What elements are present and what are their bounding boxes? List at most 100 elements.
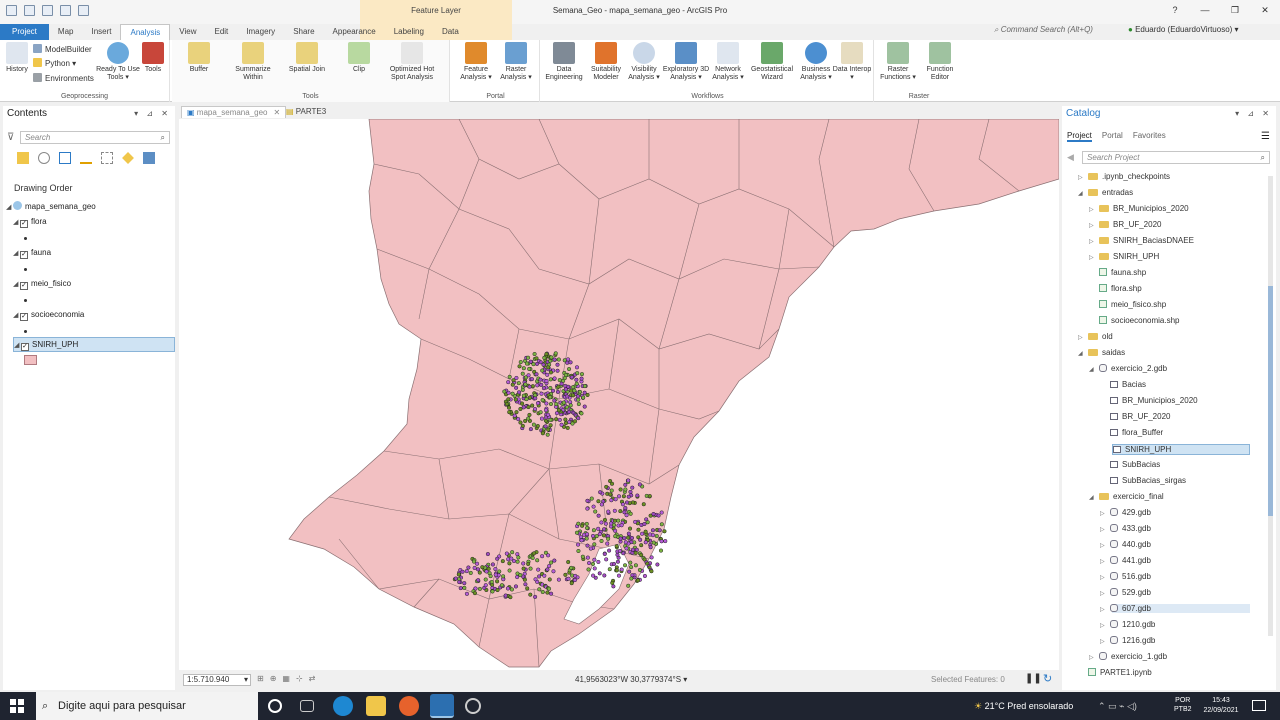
catalog-item[interactable]: ◢ entradas (1078, 188, 1133, 197)
map-svg[interactable] (179, 119, 1059, 670)
windows-start-icon[interactable] (10, 699, 24, 713)
minimize-button[interactable]: — (1190, 0, 1220, 20)
fixed-zoom-icon[interactable]: ⊞ (257, 674, 264, 683)
tab-share[interactable]: Share (284, 24, 323, 40)
optimized-hot-spot-button[interactable]: Optimized Hot Spot Analysis (386, 42, 438, 82)
catalog-search-input[interactable]: Search Project ⌕ (1082, 151, 1270, 164)
expand-icon[interactable]: ▷ (1100, 542, 1110, 549)
expand-icon[interactable]: ▷ (1100, 574, 1110, 581)
undo-icon[interactable] (60, 5, 71, 16)
tab-map[interactable]: Map (49, 24, 83, 40)
catalog-item[interactable]: ▷ 607.gdb (1100, 604, 1250, 613)
collapse-icon[interactable]: ◢ (1078, 190, 1088, 197)
catalog-item[interactable]: ▷ 429.gdb (1100, 508, 1151, 517)
visibility-checkbox[interactable]: ✓ (20, 313, 28, 321)
layer-snirh-uph[interactable]: ◢ ✓ SNIRH_UPH (13, 337, 175, 352)
pane-controls[interactable]: ▾ ⊿ ✕ (134, 109, 171, 118)
arcgis-pro-icon[interactable] (430, 694, 454, 718)
catalog-item[interactable]: ▷ old (1078, 332, 1113, 341)
charts-icon[interactable] (143, 152, 155, 164)
layer-meio-fisico[interactable]: ◢ ✓ meio_fisico (13, 279, 71, 290)
grid-icon[interactable]: ▦ (282, 674, 290, 683)
language-indicator[interactable]: POR PTB2 (1174, 696, 1192, 714)
visibility-checkbox[interactable]: ✓ (20, 282, 28, 290)
catalog-item[interactable]: flora.shp (1099, 284, 1142, 293)
catalog-item[interactable]: ▷ BR_Municipios_2020 (1089, 204, 1189, 213)
snapping-icon[interactable]: ⊹ (296, 674, 303, 683)
save-icon[interactable] (42, 5, 53, 16)
collapse-icon[interactable]: ◢ (13, 249, 20, 257)
catalog-item[interactable]: ▷ 433.gdb (1100, 524, 1151, 533)
expand-icon[interactable]: ▷ (1100, 590, 1110, 597)
clip-button[interactable]: Clip (336, 42, 382, 74)
tab-insert[interactable]: Insert (82, 24, 120, 40)
catalog-item[interactable]: BR_Municipios_2020 (1110, 396, 1198, 405)
catalog-item[interactable]: ▷ SNIRH_BaciasDNAEE (1089, 236, 1194, 245)
catalog-item[interactable]: PARTE1.ipynb (1088, 668, 1152, 677)
drawing-order-icon[interactable] (17, 152, 29, 164)
notifications-icon[interactable] (1252, 700, 1266, 711)
ready-to-use-tools-button[interactable]: Ready To Use Tools ▾ (96, 42, 140, 82)
firefox-icon[interactable] (399, 696, 419, 716)
catalog-menu-icon[interactable]: ☰ (1261, 131, 1270, 142)
tab-map-view[interactable]: ▣ mapa_semana_geo ✕ (181, 106, 287, 118)
refresh-extent-icon[interactable]: ⇄ (309, 674, 316, 683)
catalog-item[interactable]: ▷ SNIRH_UPH (1089, 252, 1159, 261)
task-view-icon[interactable] (300, 700, 314, 712)
catalog-item[interactable]: flora_Buffer (1110, 428, 1163, 437)
expand-icon[interactable]: ▷ (1089, 238, 1099, 245)
close-button[interactable]: ✕ (1250, 0, 1280, 20)
tab-imagery[interactable]: Imagery (237, 24, 284, 40)
help-button[interactable]: ? (1160, 0, 1190, 20)
tab-view[interactable]: View (170, 24, 205, 40)
catalog-item[interactable]: ◢ saidas (1078, 348, 1125, 357)
catalog-item[interactable]: fauna.shp (1099, 268, 1146, 277)
filter-icon[interactable]: ⊽ (7, 132, 14, 143)
redo-icon[interactable] (78, 5, 89, 16)
catalog-item[interactable]: SNIRH_UPH (1112, 444, 1250, 455)
selection-icon[interactable] (59, 152, 71, 164)
scale-selector[interactable]: 1:5.710.940 ▾ (183, 674, 251, 686)
back-icon[interactable]: ◀ (1067, 152, 1074, 163)
tab-project[interactable]: Project (0, 24, 49, 40)
modelbuilder-button[interactable]: ModelBuilder (33, 44, 92, 54)
catalog-item[interactable]: ▷ 440.gdb (1100, 540, 1151, 549)
tray-icons[interactable]: ⌃ ▭ ⌁ ◁) (1098, 692, 1137, 720)
layer-socioeconomia[interactable]: ◢ ✓ socioeconomia (13, 310, 84, 321)
visibility-checkbox[interactable]: ✓ (20, 220, 28, 228)
layer-flora[interactable]: ◢ ✓ flora (13, 217, 47, 228)
open-project-icon[interactable] (24, 5, 35, 16)
expand-icon[interactable]: ▷ (1078, 174, 1088, 181)
expand-icon[interactable]: ▷ (1100, 510, 1110, 517)
coordinates-readout[interactable]: 41,9563023°W 30,3779374°S ▾ (575, 675, 687, 684)
collapse-icon[interactable]: ◢ (1089, 494, 1099, 501)
pane-controls[interactable]: ▾ ⊿ ✕ (1235, 109, 1272, 118)
labeling-icon[interactable] (122, 152, 134, 164)
catalog-item[interactable]: ◢ exercicio_final (1089, 492, 1164, 501)
visibility-analysis-button[interactable]: Visibility Analysis ▾ (622, 42, 666, 82)
maximize-button[interactable]: ❐ (1220, 0, 1250, 20)
expand-icon[interactable]: ▷ (1089, 222, 1099, 229)
visibility-checkbox[interactable]: ✓ (21, 343, 29, 351)
expand-icon[interactable]: ▷ (1100, 606, 1110, 613)
network-analysis-button[interactable]: Network Analysis ▾ (706, 42, 750, 82)
raster-functions-button[interactable]: Raster Functions ▾ (876, 42, 920, 82)
clock[interactable]: 15:43 22/09/2021 (1198, 696, 1244, 716)
tools-button[interactable]: Tools (138, 42, 168, 74)
catalog-scrollbar[interactable] (1268, 176, 1273, 636)
python-button[interactable]: Python ▾ (33, 58, 76, 68)
feature-analysis-button[interactable]: Feature Analysis ▾ (454, 42, 498, 82)
expand-icon[interactable]: ▷ (1089, 206, 1099, 213)
data-interop-button[interactable]: Data Interop ▾ (832, 42, 872, 82)
obs-icon[interactable] (465, 698, 481, 714)
rotation-icon[interactable]: ⊕ (270, 674, 277, 683)
tab-data[interactable]: Data (433, 24, 468, 40)
tab-labeling[interactable]: Labeling (385, 24, 433, 40)
new-project-icon[interactable] (6, 5, 17, 16)
catalog-item[interactable]: SubBacias (1110, 460, 1160, 469)
spatial-join-button[interactable]: Spatial Join (284, 42, 330, 74)
expand-icon[interactable]: ▷ (1089, 254, 1099, 261)
collapse-icon[interactable]: ◢ (13, 218, 20, 226)
layer-fauna[interactable]: ◢ ✓ fauna (13, 248, 51, 259)
collapse-icon[interactable]: ◢ (6, 203, 13, 211)
